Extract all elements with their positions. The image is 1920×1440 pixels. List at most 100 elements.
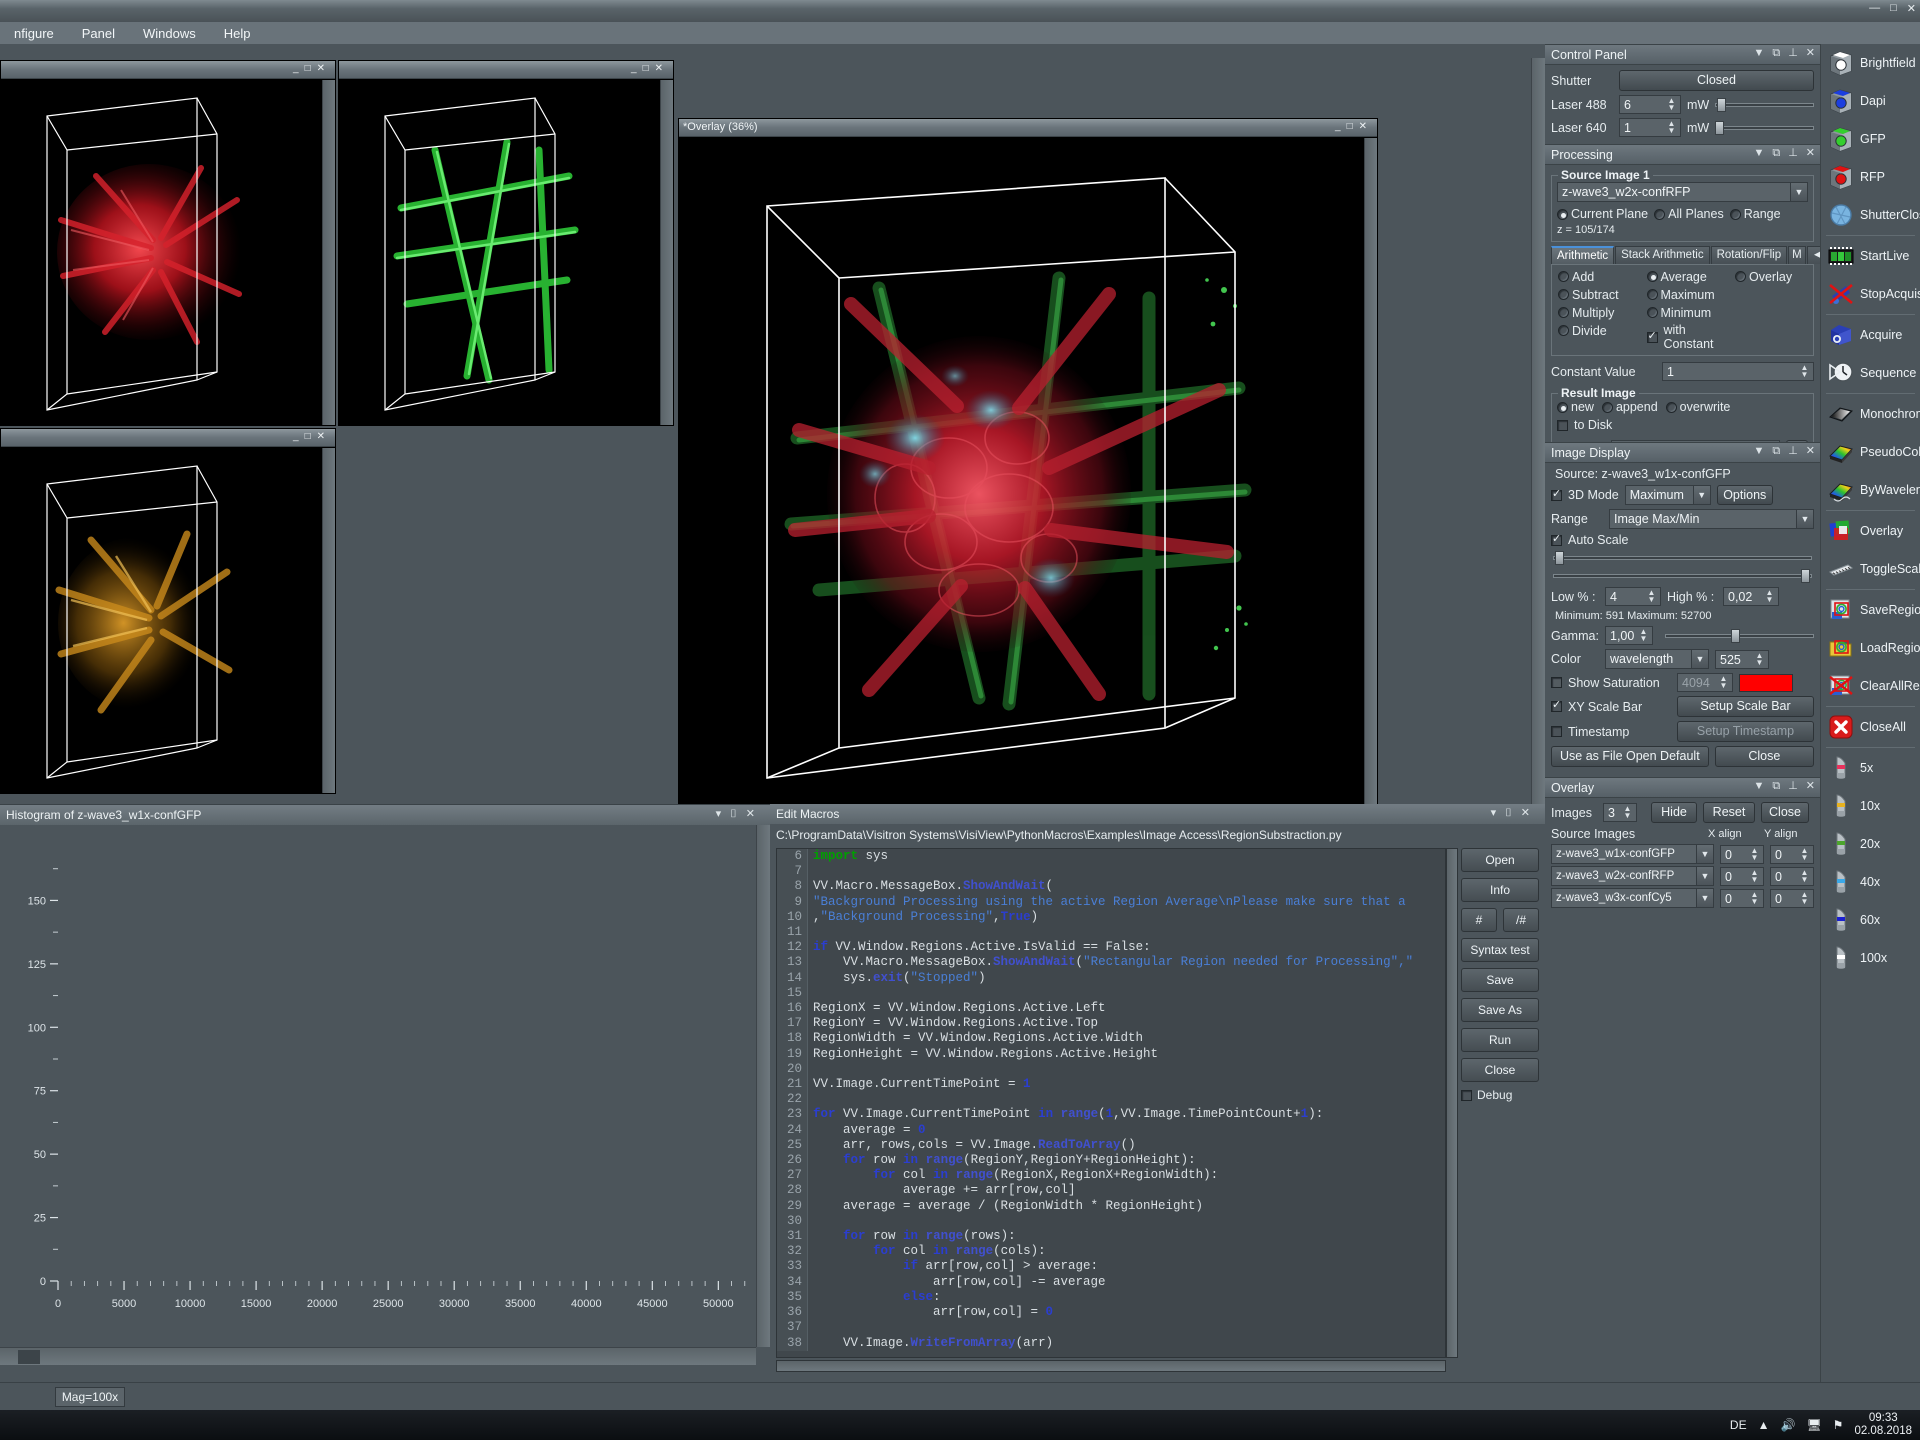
maximize-icon[interactable]: □ bbox=[1890, 2, 1897, 15]
radio-new[interactable]: new bbox=[1557, 400, 1594, 414]
laser488-spinner[interactable]: ▲▼ bbox=[1664, 97, 1679, 112]
low-percent-input[interactable]: 4 ▲▼ bbox=[1605, 587, 1661, 606]
volume-icon[interactable]: 🔊 bbox=[1780, 1418, 1795, 1432]
setup-timestamp-button[interactable]: Setup Timestamp bbox=[1677, 721, 1814, 742]
overlay-xalign-input[interactable]: 0▲▼ bbox=[1720, 889, 1764, 908]
shutter-button[interactable]: Closed bbox=[1619, 70, 1814, 91]
workspace-vscrollbar[interactable] bbox=[1531, 58, 1545, 804]
image-window-vscrollbar[interactable] bbox=[322, 80, 335, 425]
mode3d-checkbox[interactable] bbox=[1551, 490, 1562, 501]
image-window-gfp[interactable]: _□✕ bbox=[338, 60, 674, 426]
image-window-overlay[interactable]: *Overlay (36%) _□✕ bbox=[678, 118, 1378, 838]
histogram-hscrollbar[interactable] bbox=[0, 1347, 756, 1365]
constant-value-input[interactable]: 1 ▲▼ bbox=[1662, 362, 1814, 381]
gamma-input[interactable]: 1,00 ▲▼ bbox=[1605, 626, 1653, 645]
laser640-spinner[interactable]: ▲▼ bbox=[1664, 120, 1679, 135]
toolbar-item-loadregion[interactable]: LoadRegion bbox=[1821, 629, 1920, 667]
gamma-slider[interactable] bbox=[1665, 629, 1814, 643]
toolbar-item-saveregion[interactable]: SaveRegion bbox=[1821, 591, 1920, 629]
pin-icon[interactable]: ⊥ bbox=[1788, 445, 1798, 457]
macro-syntax-test-button[interactable]: Syntax test bbox=[1461, 938, 1539, 962]
minimize-icon[interactable]: — bbox=[1869, 2, 1880, 15]
menu-item-panel[interactable]: Panel bbox=[68, 24, 129, 43]
chevron-down-icon[interactable]: ▼ bbox=[1796, 510, 1813, 528]
radio-maximum[interactable]: Maximum bbox=[1647, 288, 1715, 302]
toolbar-item-shutterclos[interactable]: ShutterClos bbox=[1821, 196, 1920, 234]
overlay-hide-button[interactable]: Hide bbox=[1651, 802, 1697, 823]
overlay-panel-header-icons[interactable]: ▼ ⧉ ⊥ ✕ bbox=[1753, 780, 1815, 792]
image-display-options-button[interactable]: Options bbox=[1717, 485, 1773, 505]
window-controls[interactable]: — □ ✕ bbox=[1869, 2, 1916, 15]
laser488-slider[interactable] bbox=[1715, 98, 1814, 112]
laser640-input[interactable]: 1 ▲▼ bbox=[1619, 118, 1681, 137]
image-window-titlebar[interactable]: _□✕ bbox=[339, 61, 673, 79]
tab-more[interactable]: M bbox=[1788, 246, 1806, 264]
overlay-yalign-spinner[interactable]: ▲▼ bbox=[1797, 847, 1812, 862]
source-image-select[interactable]: z-wave3_w2x-confRFP ▼ bbox=[1557, 182, 1808, 202]
image-window-vscrollbar[interactable] bbox=[660, 80, 673, 425]
toolbar-item-monochrom[interactable]: Monochrom bbox=[1821, 395, 1920, 433]
overlay-source-select[interactable]: z-wave3_w3x-confCy5▼ bbox=[1551, 888, 1714, 908]
menu-item-configure[interactable]: nfigure bbox=[0, 24, 68, 43]
tab-arithmetic[interactable]: Arithmetic bbox=[1551, 246, 1614, 264]
autoscale-checkbox[interactable] bbox=[1551, 535, 1562, 546]
chevron-down-icon[interactable]: ▼ bbox=[1753, 47, 1764, 59]
overlay-xalign-input[interactable]: 0▲▼ bbox=[1720, 845, 1764, 864]
radio-all-planes[interactable]: All Planes bbox=[1654, 207, 1724, 221]
toolbar-item-clearallreg[interactable]: ClearAllReg bbox=[1821, 667, 1920, 705]
clock[interactable]: 09:33 02.08.2018 bbox=[1854, 1412, 1912, 1438]
range-select[interactable]: Image Max/Min ▼ bbox=[1609, 509, 1814, 529]
overlay-images-input[interactable]: 3 ▲▼ bbox=[1603, 803, 1637, 822]
radio-add[interactable]: Add bbox=[1558, 270, 1594, 284]
macro-comment-button[interactable]: # bbox=[1461, 908, 1497, 932]
xy-scalebar-checkbox[interactable] bbox=[1551, 701, 1562, 712]
toolbar-item-5x[interactable]: 5x bbox=[1821, 749, 1920, 787]
macro-panel-controls[interactable]: ▾⌷✕ bbox=[1491, 806, 1539, 820]
toolbar-item-togglescale[interactable]: ToggleScale bbox=[1821, 550, 1920, 588]
image-canvas-gfp[interactable] bbox=[339, 80, 673, 425]
tab-stack-arithmetic[interactable]: Stack Arithmetic bbox=[1615, 246, 1709, 264]
mode3d-select[interactable]: Maximum ▼ bbox=[1625, 485, 1711, 505]
radio-overwrite[interactable]: overwrite bbox=[1666, 400, 1731, 414]
image-window-rfp[interactable]: _□✕ bbox=[0, 60, 336, 426]
macro-run-button[interactable]: Run bbox=[1461, 1028, 1539, 1052]
overlay-yalign-spinner[interactable]: ▲▼ bbox=[1797, 869, 1812, 884]
chevron-down-icon[interactable]: ▼ bbox=[1696, 845, 1713, 863]
histogram-plot[interactable]: 0255075100125150 05000100001500020000250… bbox=[0, 825, 770, 1365]
image-window-controls[interactable]: _□✕ bbox=[631, 63, 669, 74]
laser640-slider[interactable] bbox=[1715, 121, 1814, 135]
close-icon[interactable]: ✕ bbox=[1806, 780, 1815, 792]
high-percent-spinner[interactable]: ▲▼ bbox=[1762, 589, 1777, 604]
overlay-xalign-spinner[interactable]: ▲▼ bbox=[1747, 869, 1762, 884]
image-canvas-rfp[interactable] bbox=[1, 80, 335, 425]
image-window-controls[interactable]: _□✕ bbox=[293, 431, 331, 442]
color-select[interactable]: wavelength ▼ bbox=[1605, 649, 1709, 669]
toolbar-item-brightfield[interactable]: Brightfield bbox=[1821, 44, 1920, 82]
overlay-yalign-input[interactable]: 0▲▼ bbox=[1770, 889, 1814, 908]
overlay-xalign-spinner[interactable]: ▲▼ bbox=[1747, 847, 1762, 862]
toolbar-item-100x[interactable]: 100x bbox=[1821, 939, 1920, 977]
pin-icon[interactable]: ⊥ bbox=[1788, 47, 1798, 59]
float-icon[interactable]: ⧉ bbox=[1772, 147, 1780, 159]
laser488-input[interactable]: 6 ▲▼ bbox=[1619, 95, 1681, 114]
action-center-icon[interactable]: ⚑ bbox=[1833, 1418, 1844, 1432]
language-indicator[interactable]: DE bbox=[1730, 1418, 1747, 1432]
close-icon[interactable]: ✕ bbox=[1907, 2, 1916, 15]
radio-average[interactable]: Average bbox=[1647, 270, 1707, 284]
constant-value-spinner[interactable]: ▲▼ bbox=[1797, 364, 1812, 379]
macro-code-editor[interactable]: 6import sys78VV.Macro.MessageBox.ShowAnd… bbox=[776, 848, 1446, 1358]
wavelength-spinner[interactable]: ▲▼ bbox=[1752, 652, 1767, 667]
image-canvas-cy5[interactable] bbox=[1, 448, 335, 793]
overlay-window-titlebar[interactable]: *Overlay (36%) _□✕ bbox=[679, 119, 1377, 137]
image-display-header-icons[interactable]: ▼ ⧉ ⊥ ✕ bbox=[1753, 445, 1815, 457]
radio-append[interactable]: append bbox=[1602, 400, 1658, 414]
overlay-yalign-spinner[interactable]: ▲▼ bbox=[1797, 891, 1812, 906]
toolbar-item-bywaveleng[interactable]: ByWaveleng bbox=[1821, 471, 1920, 509]
chevron-down-icon[interactable]: ▼ bbox=[1696, 867, 1713, 885]
macro-info-button[interactable]: Info bbox=[1461, 878, 1539, 902]
menu-item-windows[interactable]: Windows bbox=[129, 24, 210, 43]
toolbar-item-20x[interactable]: 20x bbox=[1821, 825, 1920, 863]
checkbox-with-constant[interactable]: with Constant bbox=[1647, 323, 1736, 351]
image-window-cy5[interactable]: _□✕ bbox=[0, 428, 336, 794]
macro-save-button[interactable]: Save bbox=[1461, 968, 1539, 992]
